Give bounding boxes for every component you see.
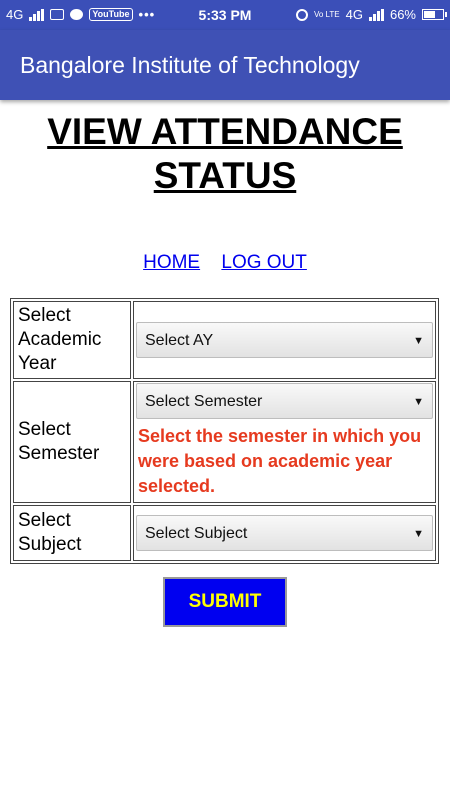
dropdown-arrow-icon: ▼ bbox=[413, 335, 424, 347]
semester-label: Select Semester bbox=[13, 381, 131, 503]
academic-year-value: Select AY bbox=[145, 332, 214, 349]
alarm-icon bbox=[295, 8, 308, 21]
submit-button[interactable]: SUBMIT bbox=[163, 577, 287, 627]
page-title: VIEW ATTENDANCE STATUS bbox=[47, 111, 403, 196]
semester-help-text: Select the semester in which you were ba… bbox=[138, 426, 422, 496]
volte-icon: Vo LTE bbox=[313, 9, 340, 19]
semester-row: Select Semester Select Semester ▼ Select… bbox=[13, 381, 436, 503]
academic-year-row: Select Academic Year Select AY ▼ bbox=[13, 301, 436, 379]
semester-value: Select Semester bbox=[145, 393, 263, 410]
subject-cell: Select Subject ▼ bbox=[133, 505, 436, 561]
battery-percent: 66% bbox=[389, 7, 416, 22]
status-bar-right: Vo LTE 4G 66% bbox=[295, 7, 447, 22]
network-type-right: 4G bbox=[345, 7, 363, 22]
dropdown-arrow-icon: ▼ bbox=[413, 396, 424, 408]
subject-select[interactable]: Select Subject ▼ bbox=[136, 515, 433, 551]
app-title: Bangalore Institute of Technology bbox=[20, 52, 360, 78]
battery-icon bbox=[422, 9, 447, 20]
subject-value: Select Subject bbox=[145, 525, 248, 542]
semester-cell: Select Semester ▼ Select the semester in… bbox=[133, 381, 436, 503]
home-link[interactable]: HOME bbox=[143, 252, 200, 273]
signal-strength-icon bbox=[368, 8, 384, 21]
logout-link[interactable]: LOG OUT bbox=[221, 252, 307, 273]
nav-links: HOME LOG OUT bbox=[0, 252, 450, 274]
battery-level bbox=[424, 11, 435, 18]
academic-year-label: Select Academic Year bbox=[13, 301, 131, 379]
subject-row: Select Subject Select Subject ▼ bbox=[13, 505, 436, 561]
academic-year-cell: Select AY ▼ bbox=[133, 301, 436, 379]
semester-select[interactable]: Select Semester ▼ bbox=[136, 383, 433, 419]
academic-year-select[interactable]: Select AY ▼ bbox=[136, 322, 433, 358]
attendance-form: Select Academic Year Select AY ▼ Select … bbox=[10, 298, 439, 564]
subject-label: Select Subject bbox=[13, 505, 131, 561]
app-bar: Bangalore Institute of Technology bbox=[0, 30, 450, 100]
status-bar: 4G YouTube ••• 5:33 PM Vo LTE 4G 66% bbox=[0, 0, 450, 30]
dropdown-arrow-icon: ▼ bbox=[413, 528, 424, 540]
